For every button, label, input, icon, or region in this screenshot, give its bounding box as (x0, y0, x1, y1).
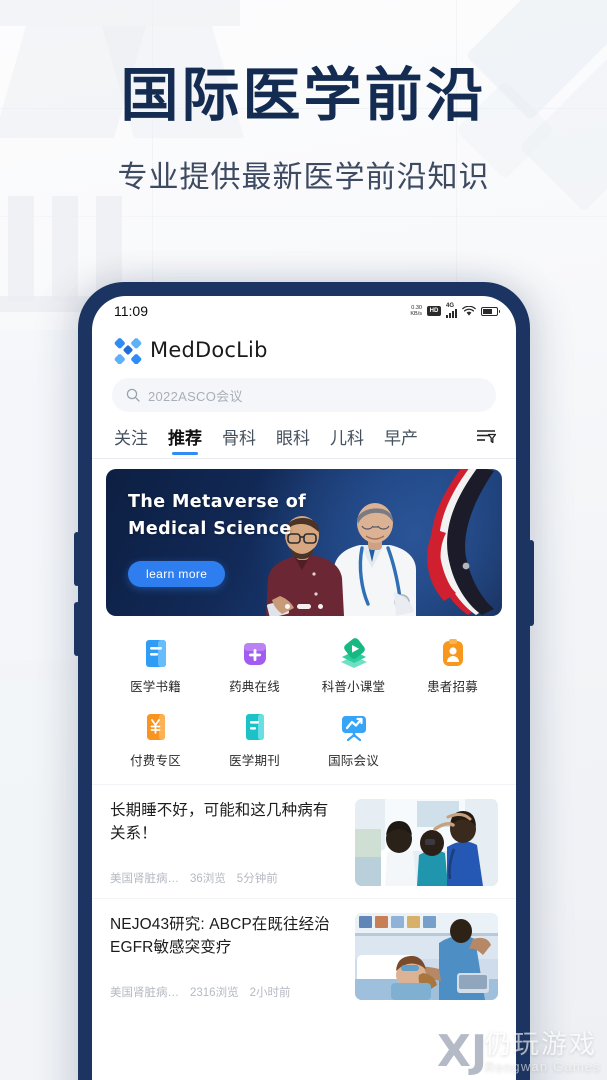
article-time: 5分钟前 (236, 873, 278, 885)
category-tabs: 关注 推荐 骨科 眼科 儿科 早产 (92, 424, 516, 459)
page-title: 国际医学前沿 (120, 61, 487, 129)
chart-board-icon (339, 712, 369, 743)
quick-link-label: 国际会议 (328, 754, 379, 768)
article-text-block: NEJO43研究: ABCP在既往经治EGFR敏感突变疗 美国肾脏病… 2316… (110, 913, 343, 1000)
tab-label: 早产 (384, 429, 418, 448)
article-title: NEJO43研究: ABCP在既往经治EGFR敏感突变疗 (110, 916, 330, 956)
quick-link-international-conference[interactable]: 国际会议 (304, 704, 403, 778)
quick-link-paid-zone[interactable]: 付费专区 (106, 704, 205, 778)
network-speed-unit: KB/s (410, 311, 422, 317)
bg-shape (0, 0, 240, 26)
bg-divider (0, 216, 607, 217)
tab-label: 推荐 (168, 429, 202, 448)
signal-icon: 4G (446, 303, 457, 318)
tab-label: 儿科 (330, 429, 364, 448)
quick-link-patient-recruitment[interactable]: 患者招募 (403, 630, 502, 704)
quick-link-science-class[interactable]: 科普小课堂 (304, 630, 403, 704)
learn-more-button[interactable]: learn more (128, 561, 226, 587)
status-bar: 11:09 0.30 KB/s HD 4G (92, 296, 516, 326)
quick-link-empty (403, 704, 502, 778)
quick-links-grid: 医学书籍 药典在线 科普小课堂 患者招募 付费专区 医学期刊 国际会议 (92, 616, 516, 782)
app-header: MedDocLib (92, 326, 516, 370)
patient-icon (438, 638, 468, 669)
banner-dot-active[interactable] (297, 604, 311, 609)
tab-yanke[interactable]: 眼科 (276, 424, 310, 458)
video-class-icon (339, 638, 369, 669)
promo-banner[interactable]: The Metaverse of Medical Science learn m… (106, 469, 502, 616)
banner-dot[interactable] (285, 604, 290, 609)
article-meta: 美国肾脏病… 2316浏览 2小时前 (110, 984, 343, 1000)
quick-link-label: 科普小课堂 (321, 680, 386, 694)
network-speed-icon: 0.30 KB/s (410, 305, 422, 317)
tab-guanzhu[interactable]: 关注 (114, 424, 148, 458)
quick-link-label: 医学书籍 (130, 680, 181, 694)
tab-zaochan[interactable]: 早产 (384, 424, 418, 458)
banner-title-line2: Medical Science (128, 519, 292, 539)
quick-link-label: 药典在线 (229, 680, 280, 694)
status-time: 11:09 (114, 303, 148, 319)
network-type-label: 4G (446, 303, 455, 309)
wifi-icon (462, 305, 476, 316)
article-source: 美国肾脏病… (110, 873, 179, 885)
article-list: 长期睡不好，可能和这几种病有关系！ 美国肾脏病… 36浏览 5分钟前 NEJO4… (92, 782, 516, 1012)
quick-link-label: 医学期刊 (229, 754, 280, 768)
journal-icon (240, 712, 270, 743)
plus-pill-icon (240, 638, 270, 669)
bg-shape (52, 196, 78, 301)
tab-label: 关注 (114, 429, 148, 448)
article-views: 2316浏览 (190, 987, 239, 999)
page-subtitle: 专业提供最新医学前沿知识 (117, 159, 490, 195)
bg-shape (8, 196, 34, 301)
banner-title: The Metaverse of Medical Science (128, 489, 306, 543)
book-icon (141, 638, 171, 669)
tab-erke[interactable]: 儿科 (330, 424, 364, 458)
banner-pagination-dots[interactable] (285, 604, 323, 609)
yuan-icon (141, 712, 171, 743)
tab-label: 骨科 (222, 429, 256, 448)
volume-down-button[interactable] (74, 602, 80, 656)
article-thumbnail[interactable] (355, 913, 498, 1000)
phone-screen: 11:09 0.30 KB/s HD 4G MedDocLib 2022ASCO… (92, 296, 516, 1080)
quick-link-medical-journals[interactable]: 医学期刊 (205, 704, 304, 778)
quick-links-row: 医学书籍 药典在线 科普小课堂 患者招募 (106, 630, 502, 704)
article-list-item[interactable]: NEJO43研究: ABCP在既往经治EGFR敏感突变疗 美国肾脏病… 2316… (92, 898, 516, 1012)
hd-icon: HD (427, 306, 441, 316)
banner-dot[interactable] (318, 604, 323, 609)
quick-link-label: 付费专区 (130, 754, 181, 768)
quick-link-label: 患者招募 (427, 680, 478, 694)
quick-links-row: 付费专区 医学期刊 国际会议 (106, 704, 502, 778)
article-title: 长期睡不好，可能和这几种病有关系！ (110, 802, 329, 842)
meddoclib-logo-icon (114, 338, 142, 364)
tab-guke[interactable]: 骨科 (222, 424, 256, 458)
article-list-item[interactable]: 长期睡不好，可能和这几种病有关系！ 美国肾脏病… 36浏览 5分钟前 (92, 784, 516, 898)
article-time: 2小时前 (249, 987, 291, 999)
battery-icon (481, 306, 500, 316)
hero-text-block: 国际医学前沿 专业提供最新医学前沿知识 (0, 61, 607, 196)
volume-up-button[interactable] (74, 532, 80, 586)
search-input[interactable]: 2022ASCO会议 (112, 378, 496, 412)
article-meta: 美国肾脏病… 36浏览 5分钟前 (110, 870, 343, 886)
brand-name: MedDocLib (150, 338, 268, 362)
tab-label: 眼科 (276, 429, 310, 448)
search-icon (126, 388, 140, 402)
article-views: 36浏览 (190, 873, 226, 885)
tab-tuijian[interactable]: 推荐 (168, 424, 202, 458)
tab-active-indicator (172, 452, 198, 455)
search-placeholder: 2022ASCO会议 (148, 388, 243, 404)
article-thumbnail[interactable] (355, 799, 498, 886)
banner-title-line1: The Metaverse of (128, 492, 307, 512)
phone-mockup: 11:09 0.30 KB/s HD 4G MedDocLib 2022ASCO… (74, 282, 534, 1080)
article-text-block: 长期睡不好，可能和这几种病有关系！ 美国肾脏病… 36浏览 5分钟前 (110, 799, 343, 886)
status-icons: 0.30 KB/s HD 4G (410, 303, 500, 318)
quick-link-pharmacopeia-online[interactable]: 药典在线 (205, 630, 304, 704)
power-button[interactable] (528, 540, 534, 626)
quick-link-medical-books[interactable]: 医学书籍 (106, 630, 205, 704)
filter-menu-icon[interactable] (476, 428, 497, 458)
article-source: 美国肾脏病… (110, 987, 179, 999)
